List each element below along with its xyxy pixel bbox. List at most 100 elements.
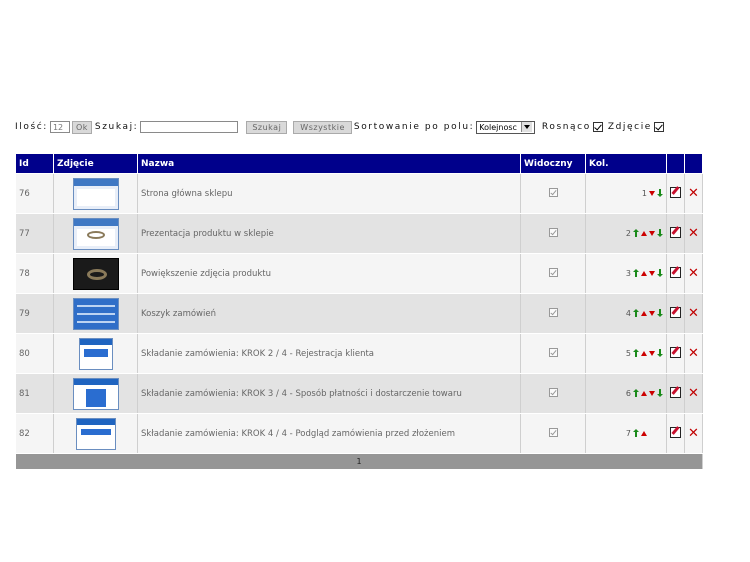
header-order[interactable]: Kol. [585, 153, 667, 174]
row-delete-cell: ✕ [684, 253, 703, 294]
visible-checkbox[interactable] [548, 267, 558, 277]
row-name[interactable]: Prezentacja produktu w sklepie [137, 213, 521, 254]
row-thumbnail-cell[interactable] [53, 333, 138, 374]
thumbnail-image[interactable] [72, 257, 119, 290]
move-bottom-icon[interactable] [657, 309, 663, 317]
table-row: 79 Koszyk zamówień 4 ✕ [15, 293, 703, 334]
delete-icon[interactable]: ✕ [688, 186, 699, 201]
visible-checkbox[interactable] [548, 347, 558, 357]
row-name[interactable]: Powiększenie zdjęcia produktu [137, 253, 521, 294]
move-up-icon[interactable] [641, 350, 647, 356]
move-top-icon[interactable] [633, 349, 639, 357]
row-order-cell: 1 [585, 173, 667, 214]
visible-checkbox[interactable] [548, 387, 558, 397]
move-top-icon[interactable] [633, 389, 639, 397]
row-thumbnail-cell[interactable] [53, 413, 138, 454]
thumbnail-image[interactable] [72, 297, 119, 330]
move-bottom-icon[interactable] [657, 349, 663, 357]
move-bottom-icon[interactable] [657, 229, 663, 237]
edit-icon[interactable] [670, 306, 681, 318]
row-thumbnail-cell[interactable] [53, 293, 138, 334]
row-edit-cell [666, 253, 685, 294]
delete-icon[interactable]: ✕ [688, 426, 699, 441]
edit-icon[interactable] [670, 266, 681, 278]
move-top-icon[interactable] [633, 429, 639, 437]
row-name[interactable]: Składanie zamówienia: KROK 4 / 4 - Podgl… [137, 413, 521, 454]
move-down-icon[interactable] [649, 190, 655, 196]
move-up-icon[interactable] [641, 230, 647, 236]
move-down-icon[interactable] [649, 230, 655, 236]
photo-checkbox[interactable] [653, 122, 664, 132]
visible-checkbox[interactable] [548, 307, 558, 317]
row-edit-cell [666, 293, 685, 334]
row-id: 77 [15, 213, 54, 254]
move-up-icon[interactable] [641, 430, 647, 436]
move-top-icon[interactable] [633, 309, 639, 317]
row-name[interactable]: Strona główna sklepu [137, 173, 521, 214]
visible-checkbox[interactable] [548, 187, 558, 197]
thumbnail-image[interactable] [72, 177, 119, 210]
move-down-icon[interactable] [649, 350, 655, 356]
table-row: 81 Składanie zamówienia: KROK 3 / 4 - Sp… [15, 373, 703, 414]
ilosc-input[interactable]: 12 [49, 121, 70, 133]
header-id[interactable]: Id [15, 153, 54, 174]
table-row: 82 Składanie zamówienia: KROK 4 / 4 - Po… [15, 413, 703, 454]
pagination-page-link[interactable]: 1 [15, 453, 703, 470]
header-photo[interactable]: Zdjęcie [53, 153, 138, 174]
move-up-icon[interactable] [641, 310, 647, 316]
move-up-icon[interactable] [641, 270, 647, 276]
move-down-icon[interactable] [649, 310, 655, 316]
thumbnail-image[interactable] [78, 337, 113, 370]
visible-checkbox[interactable] [548, 427, 558, 437]
chevron-down-icon[interactable] [520, 122, 532, 132]
search-button[interactable]: Szukaj [246, 120, 288, 134]
toolbar: Ilość: 12 Ok Szukaj: Szukaj Wszystkie So… [15, 118, 705, 136]
row-thumbnail-cell[interactable] [53, 213, 138, 254]
delete-icon[interactable]: ✕ [688, 306, 699, 321]
delete-icon[interactable]: ✕ [688, 346, 699, 361]
move-top-icon[interactable] [633, 269, 639, 277]
move-up-icon[interactable] [641, 390, 647, 396]
row-order-cell: 3 [585, 253, 667, 294]
thumbnail-image[interactable] [72, 377, 119, 410]
row-visible-cell [520, 373, 586, 414]
move-bottom-icon[interactable] [657, 269, 663, 277]
row-name[interactable]: Składanie zamówienia: KROK 3 / 4 - Sposó… [137, 373, 521, 414]
move-down-icon[interactable] [649, 390, 655, 396]
header-visible[interactable]: Widoczny [520, 153, 586, 174]
move-bottom-icon[interactable] [657, 189, 663, 197]
edit-icon[interactable] [670, 226, 681, 238]
photo-label: Zdjęcie [607, 122, 652, 132]
delete-icon[interactable]: ✕ [688, 266, 699, 281]
row-thumbnail-cell[interactable] [53, 253, 138, 294]
row-name[interactable]: Składanie zamówienia: KROK 2 / 4 - Rejes… [137, 333, 521, 374]
search-input[interactable] [140, 121, 239, 133]
table-row: 80 Składanie zamówienia: KROK 2 / 4 - Re… [15, 333, 703, 374]
delete-icon[interactable]: ✕ [688, 226, 699, 241]
sort-select[interactable]: Kolejnosc [476, 120, 535, 134]
thumbnail-image[interactable] [75, 417, 116, 450]
move-down-icon[interactable] [649, 270, 655, 276]
ok-button[interactable]: Ok [71, 120, 92, 134]
delete-icon[interactable]: ✕ [688, 386, 699, 401]
row-delete-cell: ✕ [684, 173, 703, 214]
row-delete-cell: ✕ [684, 293, 703, 334]
row-delete-cell: ✕ [684, 333, 703, 374]
move-top-icon[interactable] [633, 229, 639, 237]
row-thumbnail-cell[interactable] [53, 373, 138, 414]
order-number: 7 [625, 428, 631, 438]
row-id: 81 [15, 373, 54, 414]
header-name[interactable]: Nazwa [137, 153, 521, 174]
row-id: 78 [15, 253, 54, 294]
ascending-checkbox[interactable] [592, 122, 603, 132]
edit-icon[interactable] [670, 186, 681, 198]
show-all-button[interactable]: Wszystkie [293, 120, 352, 134]
row-thumbnail-cell[interactable] [53, 173, 138, 214]
move-bottom-icon[interactable] [657, 389, 663, 397]
visible-checkbox[interactable] [548, 227, 558, 237]
edit-icon[interactable] [670, 426, 681, 438]
edit-icon[interactable] [670, 346, 681, 358]
row-name[interactable]: Koszyk zamówień [137, 293, 521, 334]
thumbnail-image[interactable] [72, 217, 119, 250]
edit-icon[interactable] [670, 386, 681, 398]
